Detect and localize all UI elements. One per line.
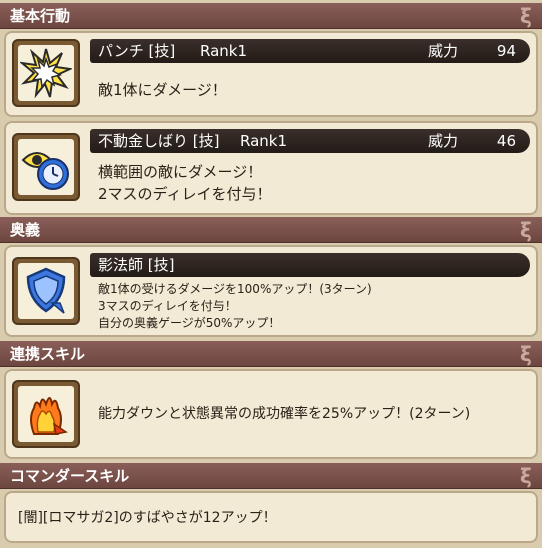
description-line: 3マスのディレイを付与！ xyxy=(98,299,237,313)
power-value: 94 xyxy=(496,42,516,60)
description-line: 自分の奥義ゲージが50%アップ！ xyxy=(98,316,281,330)
skill-title-bar: 影法師 [技] xyxy=(90,253,530,277)
section-header-basic: 基本行動 ξ xyxy=(0,3,542,29)
skill-description: 敵1体の受けるダメージを100%アップ！(3ターン) 3マスのディレイを付与！ … xyxy=(98,281,372,332)
renkei-card[interactable]: 能力ダウンと状態異常の成功確率を25%アップ！(2ターン) xyxy=(4,369,538,459)
skill-name: 不動金しばり [技] xyxy=(98,132,220,150)
section-header-commander: コマンダースキル ξ xyxy=(0,463,542,489)
skill-icon-frame xyxy=(12,133,80,201)
section-header-ougi: 奥義 ξ xyxy=(0,217,542,243)
description-line: 2マスのディレイを付与！ xyxy=(98,185,272,203)
skill-description: 敵1体にダメージ！ xyxy=(98,79,227,101)
power-label: 威力 xyxy=(428,42,459,60)
skill-name: パンチ [技] xyxy=(98,42,176,60)
skill-rank: Rank1 xyxy=(240,132,288,150)
description-line: 敵1体にダメージ！ xyxy=(98,81,227,99)
renkei-description: 能力ダウンと状態異常の成功確率を25%アップ！(2ターン) xyxy=(98,406,471,422)
scroll-curl-icon: ξ xyxy=(520,4,532,28)
scroll-curl-icon: ξ xyxy=(520,464,532,488)
fire-hand-icon xyxy=(30,397,68,435)
skill-description: 横範囲の敵にダメージ！ 2マスのディレイを付与！ xyxy=(98,161,272,205)
shield-arrow-icon xyxy=(26,267,66,314)
skill-icon-frame xyxy=(12,257,80,325)
skill-icon-frame xyxy=(12,39,80,107)
ougi-card[interactable]: 影法師 [技] 敵1体の受けるダメージを100%アップ！(3ターン) 3マスのデ… xyxy=(4,245,538,337)
eye-clock-icon xyxy=(21,152,69,190)
scroll-curl-icon: ξ xyxy=(520,342,532,366)
skill-card-fudou-kanashibari[interactable]: 不動金しばり [技] Rank1 威力 46 横範囲の敵にダメージ！ 2マスのデ… xyxy=(4,121,538,215)
description-line: 敵1体の受けるダメージを100%アップ！(3ターン) xyxy=(98,282,372,296)
skill-icon-frame xyxy=(12,380,80,448)
section-title: 連携スキル xyxy=(10,345,86,363)
section-title: 基本行動 xyxy=(10,7,71,25)
section-title: コマンダースキル xyxy=(10,467,130,485)
scroll-curl-icon: ξ xyxy=(520,218,532,242)
skill-card-punch[interactable]: パンチ [技] Rank1 威力 94 敵1体にダメージ！ xyxy=(4,31,538,117)
skill-name: 影法師 [技] xyxy=(98,256,175,274)
power-value: 46 xyxy=(496,132,516,150)
section-title: 奥義 xyxy=(10,221,41,239)
skill-rank: Rank1 xyxy=(200,42,248,60)
description-line: 横範囲の敵にダメージ！ xyxy=(98,163,263,181)
skill-title-bar: パンチ [技] Rank1 威力 94 xyxy=(90,39,530,63)
power-label: 威力 xyxy=(428,132,459,150)
commander-card[interactable]: [闇][ロマサガ2]のすばやさが12アップ！ xyxy=(4,491,538,543)
burst-star-icon xyxy=(20,48,72,99)
section-header-renkei: 連携スキル ξ xyxy=(0,341,542,367)
commander-description: [闇][ロマサガ2]のすばやさが12アップ！ xyxy=(18,510,277,526)
skill-title-bar: 不動金しばり [技] Rank1 威力 46 xyxy=(90,129,530,153)
